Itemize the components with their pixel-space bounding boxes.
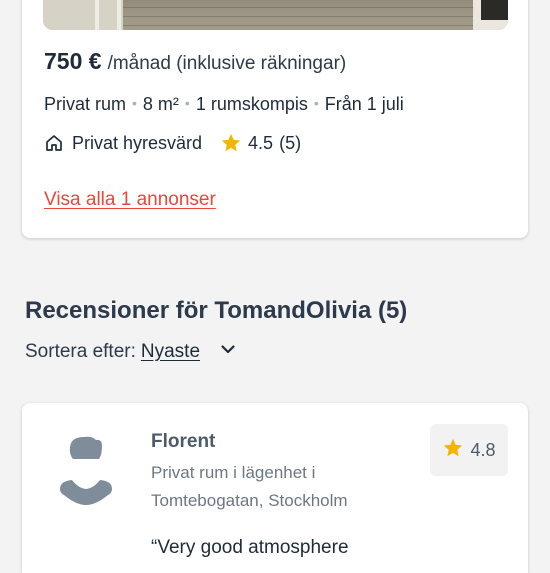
user-avatar-icon — [56, 433, 116, 507]
landlord-type: Privat hyresvärd — [72, 132, 203, 153]
reviewer-name: Florent — [151, 431, 216, 452]
reviews-title: Recensioner för TomandOlivia (5) — [25, 297, 408, 324]
review-count: (5) — [279, 132, 302, 153]
room-size: 8 m² — [142, 94, 179, 114]
separator-dot: • — [132, 95, 137, 111]
listing-price: 750 € — [44, 48, 102, 74]
reviewer-stay-detail: Privat rum i lägenhet i Tomtebogatan, St… — [151, 463, 348, 510]
house-icon — [44, 133, 64, 153]
star-icon — [442, 437, 464, 464]
review-rating-value: 4.8 — [470, 439, 496, 460]
rating-value: 4.5 — [248, 132, 274, 153]
landlord-row: Privat hyresvärd 4.5 (5) — [44, 132, 301, 154]
star-icon — [220, 132, 242, 154]
review-text: “Very good atmosphere — [151, 537, 349, 558]
chevron-down-icon[interactable] — [220, 341, 236, 363]
room-type: Privat rum — [44, 94, 127, 114]
listing-card[interactable]: 750 €/månad (inklusive räkningar) Privat… — [22, 0, 528, 238]
separator-dot: • — [313, 95, 319, 111]
price-row: 750 €/månad (inklusive räkningar) — [44, 48, 346, 75]
review-card: Florent Privat rum i lägenhet i Tomtebog… — [22, 403, 528, 573]
listing-details: Privat rum • 8 m² • 1 rumskompis • Från 1 juli — [44, 94, 404, 115]
review-rating-badge: 4.8 — [430, 424, 508, 476]
sort-control[interactable]: Sortera efter: Nyaste — [25, 341, 236, 363]
sort-label: Sortera efter: — [25, 341, 136, 362]
landlord-rating: 4.5 (5) — [220, 132, 301, 154]
separator-dot: • — [184, 95, 190, 111]
price-suffix: /månad (inklusive räkningar) — [107, 53, 347, 74]
available-from: Från 1 juli — [324, 94, 404, 114]
listing-photo[interactable] — [43, 0, 508, 30]
roommates: 1 rumskompis — [195, 94, 308, 114]
sort-select[interactable]: Nyaste — [141, 341, 200, 363]
view-all-listings-link[interactable]: Visa alla 1 annonser — [44, 189, 216, 211]
